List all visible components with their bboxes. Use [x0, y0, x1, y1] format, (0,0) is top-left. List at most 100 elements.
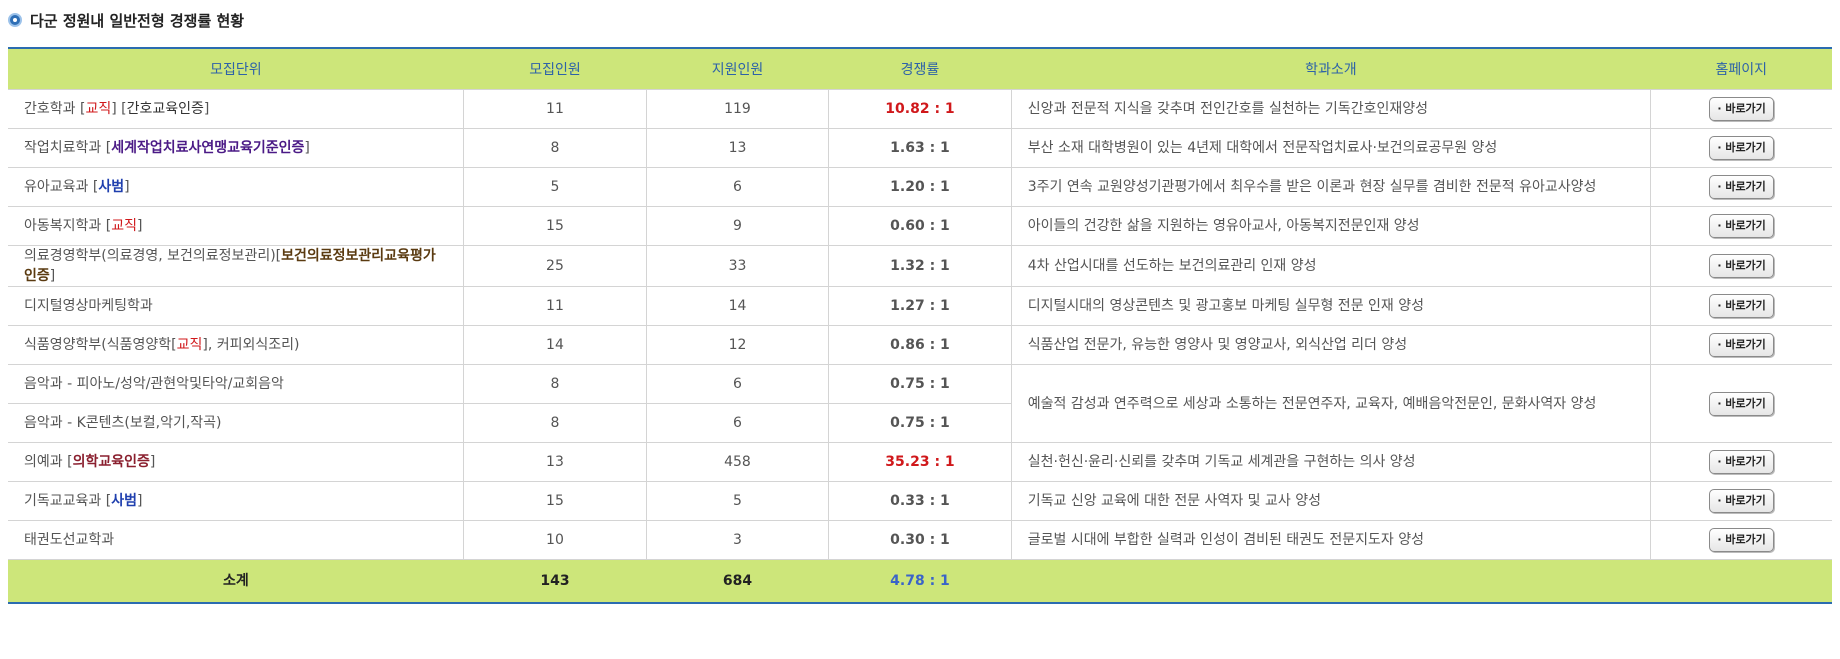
homepage-cell: · 바로가기 — [1650, 442, 1832, 482]
accreditation-tag: 교직 — [176, 337, 203, 353]
ratio-cell: 0.75 : 1 — [828, 403, 1012, 443]
quota-cell: 5 — [463, 167, 647, 207]
tag-bracket: [ — [62, 454, 73, 470]
homepage-cell: · 바로가기 — [1650, 286, 1832, 326]
ratio-cell: 0.33 : 1 — [828, 481, 1012, 521]
ratio-cell: 0.60 : 1 — [828, 206, 1012, 246]
applicants-cell: 9 — [645, 206, 830, 246]
header-applicants: 지원인원 — [646, 48, 829, 90]
unit-name-cell: 의예과 [의학교육인증] — [8, 442, 465, 482]
unit-name-cell: 간호학과 [교직] [간호교육인증] — [8, 89, 465, 129]
ratio-cell: 10.82 : 1 — [828, 89, 1012, 129]
table-row: 기독교교육과 [사범] 15 5 0.33 : 1 기독교 신앙 교육에 대한 전문 사… — [8, 481, 1832, 521]
go-homepage-button[interactable]: · 바로가기 — [1709, 528, 1774, 552]
tag-bracket: ] — [136, 493, 143, 509]
ratio-cell: 0.30 : 1 — [828, 520, 1012, 560]
intro-cell: 디지털시대의 영상콘텐츠 및 광고홍보 마케팅 실무형 전문 인재 양성 — [1010, 286, 1652, 326]
table-row: 아동복지학과 [교직] 15 9 0.60 : 1 아이들의 건강한 삶을 지원하는 영… — [8, 206, 1832, 246]
intro-cell: 예술적 감성과 연주력으로 세상과 소통하는 전문연주자, 교육자, 예배음악전… — [1010, 364, 1652, 443]
header-intro: 학과소개 — [1011, 48, 1651, 90]
go-homepage-button[interactable]: · 바로가기 — [1709, 97, 1774, 121]
go-homepage-button[interactable]: · 바로가기 — [1709, 214, 1774, 238]
unit-name: 작업치료학과 — [24, 140, 102, 156]
ratio-cell: 35.23 : 1 — [828, 442, 1012, 482]
bullet-icon — [8, 13, 22, 27]
table-body: 간호학과 [교직] [간호교육인증] 11 119 10.82 : 1 신앙과 전문적 … — [8, 89, 1832, 560]
intro-cell: 실천·헌신·윤리·신뢰를 갖추며 기독교 세계관을 구현하는 의사 양성 — [1010, 442, 1652, 482]
go-homepage-button[interactable]: · 바로가기 — [1709, 294, 1774, 318]
tag-bracket: [ — [101, 140, 112, 156]
homepage-cell: · 바로가기 — [1650, 89, 1832, 129]
competition-table: 모집단위 모집인원 지원인원 경쟁률 학과소개 홈페이지 간호학과 [교직] [… — [8, 47, 1832, 604]
intro-cell: 3주기 연속 교원양성기관평가에서 최우수를 받은 이론과 현장 실무를 겸비한… — [1010, 167, 1652, 207]
tag-bracket: ] [ — [111, 101, 127, 117]
intro-cell: 식품산업 전문가, 유능한 영양사 및 영양교사, 외식산업 리더 양성 — [1010, 325, 1652, 365]
accreditation-tag: 세계작업치료사연맹교육기준인증 — [111, 140, 305, 156]
applicants-cell: 6 — [645, 364, 830, 404]
intro-cell: 기독교 신앙 교육에 대한 전문 사역자 및 교사 양성 — [1010, 481, 1652, 521]
homepage-cell: · 바로가기 — [1650, 364, 1832, 443]
tag-bracket: ] — [49, 268, 56, 284]
go-homepage-button[interactable]: · 바로가기 — [1709, 391, 1774, 416]
go-homepage-button[interactable]: · 바로가기 — [1709, 254, 1774, 278]
accreditation-tag: 간호교육인증 — [126, 101, 204, 117]
accreditation-tag: 의학교육인증 — [72, 454, 150, 470]
table-row: 간호학과 [교직] [간호교육인증] 11 119 10.82 : 1 신앙과 전문적 … — [8, 89, 1832, 129]
ratio-cell: 1.63 : 1 — [828, 128, 1012, 168]
unit-name: 기독교교육과 — [24, 493, 102, 509]
tag-bracket: [ — [101, 493, 112, 509]
header-ratio: 경쟁률 — [828, 48, 1012, 90]
header-quota: 모집인원 — [463, 48, 647, 90]
go-homepage-button[interactable]: · 바로가기 — [1709, 333, 1774, 357]
accreditation-tag: 교직 — [111, 218, 137, 234]
applicants-cell: 12 — [645, 325, 830, 365]
quota-cell: 15 — [463, 481, 647, 521]
homepage-cell: · 바로가기 — [1650, 245, 1832, 287]
tag-bracket: ] — [304, 140, 310, 156]
accreditation-tag: 사범 — [111, 493, 137, 509]
ratio-cell: 0.75 : 1 — [828, 364, 1012, 404]
unit-name-cell: 음악과 - K콘텐츠(보컬,악기,작곡) — [8, 403, 465, 443]
quota-cell: 11 — [463, 89, 647, 129]
go-homepage-button[interactable]: · 바로가기 — [1709, 450, 1774, 474]
table-row: 디지털영상마케팅학과 11 14 1.27 : 1 디지털시대의 영상콘텐츠 및 광고홍… — [8, 286, 1832, 326]
unit-name: 식품영양학부(식품영양학 — [24, 337, 172, 353]
quota-cell: 13 — [463, 442, 647, 482]
tag-bracket: [ — [88, 179, 99, 195]
total-quota: 143 — [463, 559, 647, 603]
unit-name: 음악과 - 피아노/성악/관현악및타악/교회음악 — [24, 376, 284, 392]
unit-name: 디지털영상마케팅학과 — [24, 298, 153, 314]
applicants-cell: 458 — [645, 442, 830, 482]
unit-name-cell: 작업치료학과 [세계작업치료사연맹교육기준인증] — [8, 128, 465, 168]
unit-name: 유아교육과 — [24, 179, 89, 195]
quota-cell: 15 — [463, 206, 647, 246]
tag-bracket: [ — [101, 218, 112, 234]
quota-cell: 10 — [463, 520, 647, 560]
go-homepage-button[interactable]: · 바로가기 — [1709, 175, 1774, 199]
homepage-cell: · 바로가기 — [1650, 481, 1832, 521]
homepage-cell: · 바로가기 — [1650, 167, 1832, 207]
unit-name-cell: 디지털영상마케팅학과 — [8, 286, 465, 326]
intro-cell: 신앙과 전문적 지식을 갖추며 전인간호를 실천하는 기독간호인재양성 — [1010, 89, 1652, 129]
unit-name-cell: 기독교교육과 [사범] — [8, 481, 465, 521]
unit-name-cell: 태권도선교학과 — [8, 520, 465, 560]
ratio-cell: 1.32 : 1 — [828, 245, 1012, 287]
quota-cell: 8 — [463, 128, 647, 168]
total-label: 소계 — [8, 559, 464, 603]
quota-cell: 14 — [463, 325, 647, 365]
unit-name: 의료경영학부(의료경영, 보건의료정보관리) — [24, 248, 276, 264]
tag-bracket: [ — [75, 101, 86, 117]
homepage-cell: · 바로가기 — [1650, 206, 1832, 246]
go-homepage-button[interactable]: · 바로가기 — [1709, 136, 1774, 160]
intro-cell: 4차 산업시대를 선도하는 보건의료관리 인재 양성 — [1010, 245, 1652, 287]
applicants-cell: 13 — [645, 128, 830, 168]
applicants-cell: 5 — [645, 481, 830, 521]
tag-bracket: ] — [203, 101, 210, 117]
applicants-cell: 119 — [645, 89, 830, 129]
go-homepage-button[interactable]: · 바로가기 — [1709, 489, 1774, 513]
homepage-cell: · 바로가기 — [1650, 520, 1832, 560]
quota-cell: 8 — [463, 403, 647, 443]
homepage-cell: · 바로가기 — [1650, 325, 1832, 365]
unit-name: 태권도선교학과 — [24, 532, 115, 548]
tag-bracket: ] — [136, 218, 143, 234]
